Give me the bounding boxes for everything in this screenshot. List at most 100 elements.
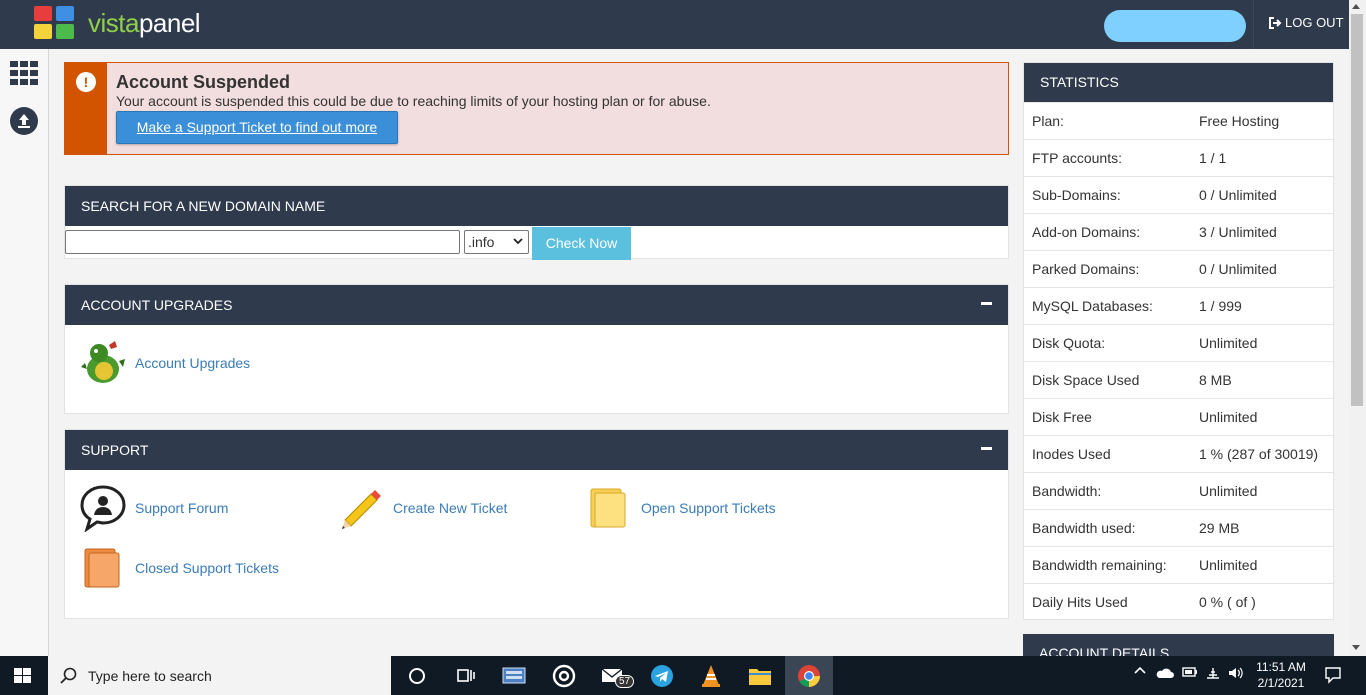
header-divider xyxy=(1253,0,1254,49)
scroll-up-arrow-icon[interactable] xyxy=(1352,4,1360,9)
stat-label: Bandwidth: xyxy=(1032,483,1102,499)
stat-label: Plan: xyxy=(1032,113,1064,129)
stat-label: Disk Quota: xyxy=(1032,335,1106,351)
stat-label: MySQL Databases: xyxy=(1032,298,1153,314)
support-ticket-button[interactable]: Make a Support Ticket to find out more xyxy=(116,111,398,144)
alert-message: Your account is suspended this could be … xyxy=(116,93,711,109)
stat-value: 29 MB xyxy=(1199,520,1240,536)
alert-title: Account Suspended xyxy=(116,72,291,92)
taskbar-search-box[interactable]: Type here to search xyxy=(48,656,391,695)
support-forum-item[interactable]: Support Forum xyxy=(79,484,228,533)
stat-row: Bandwidth remaining: Unlimited xyxy=(1024,546,1333,583)
stat-label: Inodes Used xyxy=(1032,446,1111,462)
alert-strip: ! xyxy=(65,63,107,154)
stat-value: 1 % (287 of 30019) xyxy=(1199,446,1319,462)
telegram-icon[interactable] xyxy=(649,663,675,689)
stat-value: Unlimited xyxy=(1199,409,1258,425)
stat-row: Sub-Domains: 0 / Unlimited xyxy=(1024,176,1333,213)
stat-row: Disk Free Unlimited xyxy=(1024,398,1333,435)
stat-label: Daily Hits Used xyxy=(1032,594,1128,610)
stat-label: Disk Space Used xyxy=(1032,372,1140,388)
stat-label: Parked Domains: xyxy=(1032,261,1140,277)
taskbar-clock[interactable]: 11:51 AM 2/1/2021 xyxy=(1256,659,1306,691)
collapse-icon[interactable] xyxy=(981,302,992,305)
network-icon[interactable] xyxy=(1205,666,1221,680)
open-tickets-link[interactable]: Open Support Tickets xyxy=(641,500,776,516)
stat-label: FTP accounts: xyxy=(1032,150,1123,166)
stat-value: 3 / Unlimited xyxy=(1199,224,1277,240)
yellow-folder-icon xyxy=(585,484,633,532)
create-ticket-item[interactable]: Create New Ticket xyxy=(337,484,507,532)
stat-value: 0 / Unlimited xyxy=(1199,187,1277,203)
file-explorer-icon[interactable] xyxy=(747,663,773,689)
stat-label: Add-on Domains: xyxy=(1032,224,1141,240)
battery-icon[interactable] xyxy=(1182,666,1198,678)
account-details-panel: ACCOUNT DETAILS xyxy=(1023,634,1334,656)
stat-row: Bandwidth: Unlimited xyxy=(1024,472,1333,509)
stat-value: Unlimited xyxy=(1199,557,1258,573)
stat-row: Plan: Free Hosting xyxy=(1024,102,1333,139)
logo-text: vistapanel xyxy=(88,7,201,38)
clock-date: 2/1/2021 xyxy=(1257,676,1305,690)
volume-icon[interactable] xyxy=(1228,666,1244,680)
exclamation-icon: ! xyxy=(76,72,96,92)
stat-row: Inodes Used 1 % (287 of 30019) xyxy=(1024,435,1333,472)
support-forum-link[interactable]: Support Forum xyxy=(135,500,228,516)
vistapanel-logo[interactable]: vistapanel xyxy=(34,6,201,40)
top-header: vistapanel LOG OUT xyxy=(0,0,1366,49)
stat-row: MySQL Databases: 1 / 999 xyxy=(1024,287,1333,324)
chrome-active-tab[interactable] xyxy=(785,656,833,695)
statistics-rows: Plan: Free Hosting FTP accounts: 1 / 1 Sub-D… xyxy=(1024,102,1333,620)
account-upgrades-title: ACCOUNT UPGRADES xyxy=(81,297,233,313)
stat-value: 1 / 1 xyxy=(1199,150,1227,166)
statistics-panel: STATISTICS Plan: Free Hosting FTP accounts… xyxy=(1023,62,1334,620)
tray-chevron-up-icon[interactable] xyxy=(1134,666,1146,676)
pencil-icon xyxy=(337,484,385,532)
logout-label: LOG OUT xyxy=(1285,15,1344,30)
task-view-icon[interactable] xyxy=(452,663,478,689)
stat-value: 0 % ( of ) xyxy=(1199,594,1256,610)
create-ticket-link[interactable]: Create New Ticket xyxy=(393,500,507,516)
stat-value: Unlimited xyxy=(1199,335,1258,351)
support-heading: SUPPORT xyxy=(65,430,1008,470)
stat-row: Disk Space Used 8 MB xyxy=(1024,361,1333,398)
logout-button[interactable]: LOG OUT xyxy=(1268,15,1344,30)
scrollbar-thumb[interactable] xyxy=(1351,14,1363,406)
tld-select[interactable]: .info xyxy=(464,230,529,254)
mail-icon[interactable]: 57 xyxy=(600,663,636,689)
account-upgrades-link[interactable]: Account Upgrades xyxy=(135,355,250,371)
orange-folder-icon xyxy=(79,544,127,592)
groove-music-icon[interactable] xyxy=(551,663,577,689)
left-sidebar xyxy=(0,49,49,656)
scroll-down-arrow-icon[interactable] xyxy=(1352,645,1360,650)
stat-row: Add-on Domains: 3 / Unlimited xyxy=(1024,213,1333,250)
chevron-down-icon xyxy=(513,238,523,245)
chrome-icon xyxy=(798,665,820,687)
account-upgrades-item[interactable]: Account Upgrades xyxy=(79,339,250,387)
stat-value: 8 MB xyxy=(1199,372,1232,388)
control-panel-icon[interactable] xyxy=(501,663,527,689)
support-panel: SUPPORT Support Forum Create New Ticket xyxy=(64,429,1009,619)
upload-icon[interactable] xyxy=(10,107,38,135)
stat-label: Sub-Domains: xyxy=(1032,187,1121,203)
domain-search-panel: SEARCH FOR A NEW DOMAIN NAME .info Check… xyxy=(64,185,1009,260)
stat-value: Unlimited xyxy=(1199,483,1258,499)
user-name-redacted[interactable] xyxy=(1104,10,1246,42)
apps-grid-icon[interactable] xyxy=(10,61,38,85)
windows-taskbar: Type here to search 57 11:51 AM 2/1/2021 xyxy=(0,656,1366,695)
collapse-icon[interactable] xyxy=(981,447,992,450)
vlc-icon[interactable] xyxy=(698,663,724,689)
windows-start-icon[interactable] xyxy=(14,668,32,684)
closed-tickets-item[interactable]: Closed Support Tickets xyxy=(79,544,279,592)
onedrive-icon[interactable] xyxy=(1156,666,1174,680)
open-tickets-item[interactable]: Open Support Tickets xyxy=(585,484,776,532)
notifications-icon[interactable] xyxy=(1324,666,1342,684)
domain-search-input[interactable] xyxy=(65,230,460,254)
check-now-button[interactable]: Check Now xyxy=(532,227,631,260)
stat-value: Free Hosting xyxy=(1199,113,1280,129)
stat-row: FTP accounts: 1 / 1 xyxy=(1024,139,1333,176)
chat-bubble-icon xyxy=(79,484,127,533)
cortana-icon[interactable] xyxy=(404,663,430,689)
closed-tickets-link[interactable]: Closed Support Tickets xyxy=(135,560,279,576)
stat-label: Disk Free xyxy=(1032,409,1092,425)
